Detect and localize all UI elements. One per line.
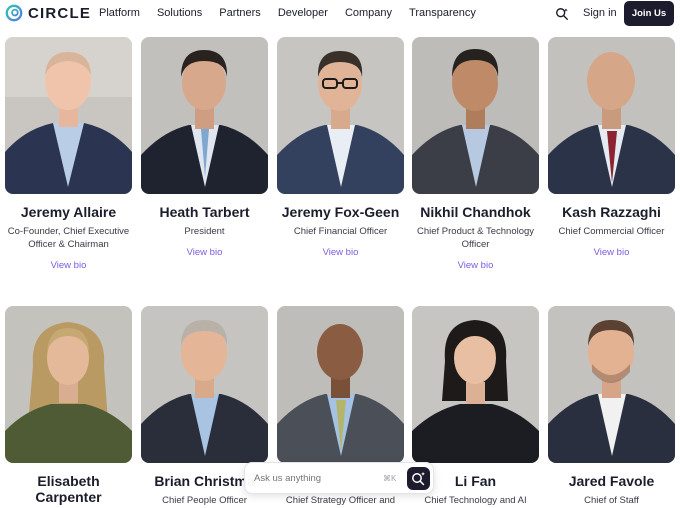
member-name: Jared Favole: [568, 473, 655, 489]
nav-developer[interactable]: Developer: [278, 7, 328, 19]
portrait-photo: [412, 37, 539, 194]
member-name: Jeremy Fox-Geen: [281, 204, 400, 220]
circle-logo-icon: [5, 4, 23, 22]
team-card: Nikhil Chandhok Chief Product & Technolo…: [412, 37, 539, 273]
nav-partners[interactable]: Partners: [219, 7, 261, 19]
main-nav: Platform Solutions Partners Developer Co…: [99, 7, 493, 19]
team-card: Jeremy Fox-Geen Chief Financial Officer …: [277, 37, 404, 260]
view-bio-link[interactable]: View bio: [323, 247, 359, 258]
portrait-photo: [548, 306, 675, 463]
team-card: Heath Tarbert President View bio: [141, 37, 268, 260]
nav-company[interactable]: Company: [345, 7, 392, 19]
portrait-photo: [277, 37, 404, 194]
keyboard-shortcut-hint: ⌘K: [383, 474, 397, 483]
ask-submit-button[interactable]: [407, 467, 430, 490]
portrait-photo: [277, 306, 404, 463]
member-role: Co-Founder, Chief Executive Officer & Ch…: [7, 226, 130, 250]
portrait-photo: [5, 306, 132, 463]
member-name: Nikhil Chandhok: [420, 204, 531, 220]
ask-assistant-bar: ⌘K: [244, 462, 434, 494]
member-role: Chief Product & Technology Officer: [416, 226, 535, 250]
nav-transparency[interactable]: Transparency: [409, 7, 476, 19]
brand-name: CIRCLE: [28, 4, 92, 22]
member-role: Chief Commercial Officer: [558, 226, 665, 237]
member-role: Chief Technology and AI: [424, 495, 527, 506]
portrait-photo: [412, 306, 539, 463]
team-card: Elisabeth Carpenter: [5, 306, 132, 505]
ai-search-icon: [412, 472, 425, 486]
team-card: Kash Razzaghi Chief Commercial Officer V…: [548, 37, 675, 260]
view-bio-link[interactable]: View bio: [594, 247, 630, 258]
member-role: Chief Strategy Officer and: [285, 495, 396, 506]
sign-in-link[interactable]: Sign in: [583, 7, 617, 19]
portrait-photo: [141, 37, 268, 194]
portrait-photo: [141, 306, 268, 463]
member-name: Heath Tarbert: [159, 204, 250, 220]
member-name: Kash Razzaghi: [562, 204, 661, 220]
member-role: Chief of Staff: [584, 495, 639, 506]
member-name: Elisabeth Carpenter: [35, 473, 102, 505]
member-name: Jeremy Allaire: [20, 204, 117, 220]
nav-solutions[interactable]: Solutions: [157, 7, 202, 19]
top-navigation: CIRCLE Platform Solutions Partners Devel…: [0, 0, 680, 30]
ask-input[interactable]: [254, 473, 374, 484]
circle-logo[interactable]: CIRCLE: [5, 4, 91, 22]
join-us-button[interactable]: Join Us: [624, 1, 674, 26]
view-bio-link[interactable]: View bio: [187, 247, 223, 258]
team-card: Jeremy Allaire Co-Founder, Chief Executi…: [5, 37, 132, 273]
member-role: Chief Financial Officer: [293, 226, 388, 237]
member-role: President: [184, 226, 225, 237]
search-icon[interactable]: [555, 7, 569, 21]
portrait-photo: [5, 37, 132, 194]
view-bio-link[interactable]: View bio: [458, 260, 494, 271]
team-card: Jared Favole Chief of Staff: [548, 306, 675, 507]
nav-platform[interactable]: Platform: [99, 7, 140, 19]
member-role: Chief People Officer: [162, 495, 247, 506]
portrait-photo: [548, 37, 675, 194]
view-bio-link[interactable]: View bio: [51, 260, 87, 271]
